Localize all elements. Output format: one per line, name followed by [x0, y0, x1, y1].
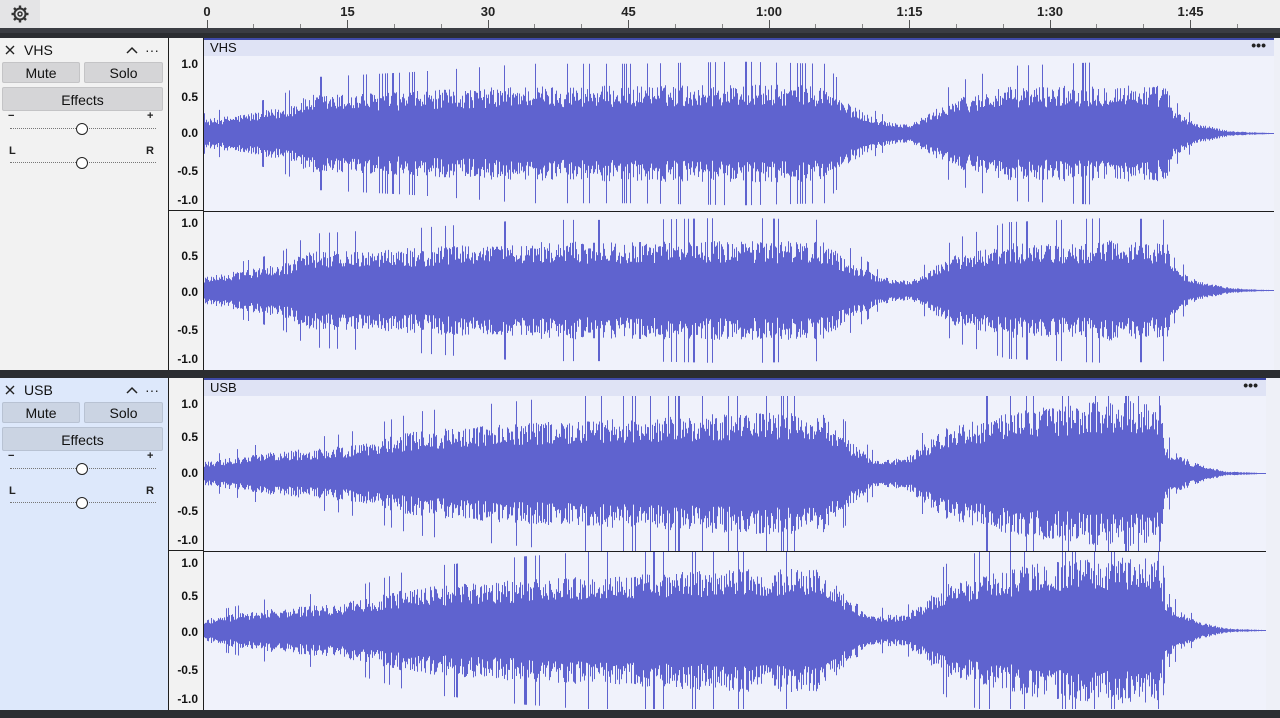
gain-plus-label: + [147, 450, 154, 462]
amplitude-label: -1.0 [177, 533, 198, 547]
amplitude-label: -1.0 [177, 352, 198, 366]
collapse-icon[interactable] [126, 385, 138, 395]
pan-left-label: L [9, 485, 16, 497]
clip-menu-icon[interactable]: ••• [1251, 37, 1266, 53]
gain-slider-thumb[interactable] [76, 463, 88, 475]
amplitude-label: 1.0 [181, 397, 198, 411]
amplitude-label: 1.0 [181, 57, 198, 71]
amplitude-label: 1.0 [181, 216, 198, 230]
channel-right-waveform[interactable] [204, 212, 1274, 369]
ruler-label: 1:30 [1036, 4, 1064, 19]
amplitude-label: 1.0 [181, 556, 198, 570]
collapse-icon[interactable] [126, 45, 138, 55]
gain-minus-label: − [8, 450, 15, 462]
track-empty-area[interactable] [1266, 378, 1280, 710]
amplitude-label: 0.0 [181, 466, 198, 480]
amplitude-label: -0.5 [177, 323, 198, 337]
pan-slider-thumb[interactable] [76, 157, 88, 169]
ruler-major-tick [347, 20, 348, 28]
amplitude-label: 0.5 [181, 249, 198, 263]
audio-clip[interactable]: VHS ••• [204, 37, 1280, 370]
amplitude-label: -0.5 [177, 663, 198, 677]
track-menu-icon[interactable]: ··· [145, 382, 159, 398]
solo-button[interactable]: Solo [84, 402, 163, 423]
ruler-label: 0 [203, 4, 211, 19]
amplitude-ruler: 1.0 0.5 0.0 -0.5 -1.0 1.0 0.5 0.0 -0.5 -1.0 [169, 378, 204, 710]
amplitude-label: 0.5 [181, 589, 198, 603]
gear-icon[interactable] [10, 4, 30, 24]
pan-left-label: L [9, 145, 16, 157]
ruler-major-tick [206, 20, 208, 28]
amplitude-label: 0.0 [181, 126, 198, 140]
audio-track[interactable]: USB ··· Mute Solo Effects − + L R 1.0 0.5 0.0 -0.5 -1… [0, 377, 1280, 710]
track-gap [0, 370, 1280, 378]
channel-left-waveform[interactable] [204, 396, 1266, 551]
channel-separator [169, 210, 203, 211]
ruler-label: 1:45 [1177, 4, 1204, 19]
ruler-label: 30 [480, 4, 496, 19]
timeline-ruler[interactable]: 0 15 30 45 1:00 1:15 1:30 1:45 [40, 0, 1280, 28]
clip-header[interactable]: VHS ••• [204, 37, 1274, 56]
clip-name[interactable]: VHS [210, 40, 237, 55]
ruler-major-tick [909, 20, 910, 28]
ruler-major-tick [1049, 20, 1051, 28]
ruler-label: 45 [621, 4, 636, 19]
amplitude-label: 0.5 [181, 90, 198, 104]
track-menu-icon[interactable]: ··· [145, 42, 159, 58]
amplitude-ruler: 1.0 0.5 0.0 -0.5 -1.0 1.0 0.5 0.0 -0.5 -1.0 [169, 38, 204, 370]
gain-minus-label: − [8, 110, 15, 122]
ruler-major-tick [768, 20, 770, 28]
close-icon[interactable] [4, 384, 16, 396]
clip-name[interactable]: USB [210, 380, 237, 395]
track-name[interactable]: USB [24, 382, 53, 398]
amplitude-label: 0.0 [181, 285, 198, 299]
timeline-options[interactable] [0, 0, 41, 28]
pan-right-label: R [146, 485, 154, 497]
channel-left-waveform[interactable] [204, 56, 1274, 211]
track-title: USB [4, 382, 53, 398]
mute-button[interactable]: Mute [2, 62, 80, 83]
clip-menu-icon[interactable]: ••• [1243, 377, 1258, 393]
amplitude-label: -0.5 [177, 504, 198, 518]
amplitude-label: 0.5 [181, 430, 198, 444]
track-control-panel[interactable]: USB ··· Mute Solo Effects − + L R [0, 378, 169, 710]
pan-slider-thumb[interactable] [76, 497, 88, 509]
amplitude-label: -0.5 [177, 164, 198, 178]
solo-button[interactable]: Solo [84, 62, 163, 83]
amplitude-label: 0.0 [181, 625, 198, 639]
audio-clip[interactable]: USB ••• [204, 377, 1280, 710]
ruler-label: 1:00 [755, 4, 783, 19]
ruler-label: 1:15 [896, 4, 923, 19]
effects-button[interactable]: Effects [2, 87, 163, 111]
effects-button[interactable]: Effects [2, 427, 163, 451]
track-title: VHS [4, 42, 53, 58]
ruler-major-tick [487, 20, 489, 28]
clip-header[interactable]: USB ••• [204, 377, 1266, 396]
track-empty-area[interactable] [1274, 38, 1280, 370]
mute-button[interactable]: Mute [2, 402, 80, 423]
amplitude-label: -1.0 [177, 193, 198, 207]
gain-plus-label: + [147, 110, 154, 122]
close-icon[interactable] [4, 44, 16, 56]
track-name[interactable]: VHS [24, 42, 53, 58]
channel-separator [169, 550, 203, 551]
amplitude-label: -1.0 [177, 692, 198, 706]
ruler-label: 15 [340, 4, 355, 19]
ruler-divider [0, 28, 1280, 33]
track-control-panel[interactable]: VHS ··· Mute Solo Effects − + L R [0, 38, 169, 370]
audio-track[interactable]: VHS ··· Mute Solo Effects − + L R 1.0 0.5 0.0 -0.5 -1… [0, 37, 1280, 370]
channel-right-waveform[interactable] [204, 552, 1266, 709]
pan-right-label: R [146, 145, 154, 157]
ruler-major-tick [1190, 20, 1191, 28]
gain-slider-thumb[interactable] [76, 123, 88, 135]
ruler-major-tick [628, 20, 629, 28]
